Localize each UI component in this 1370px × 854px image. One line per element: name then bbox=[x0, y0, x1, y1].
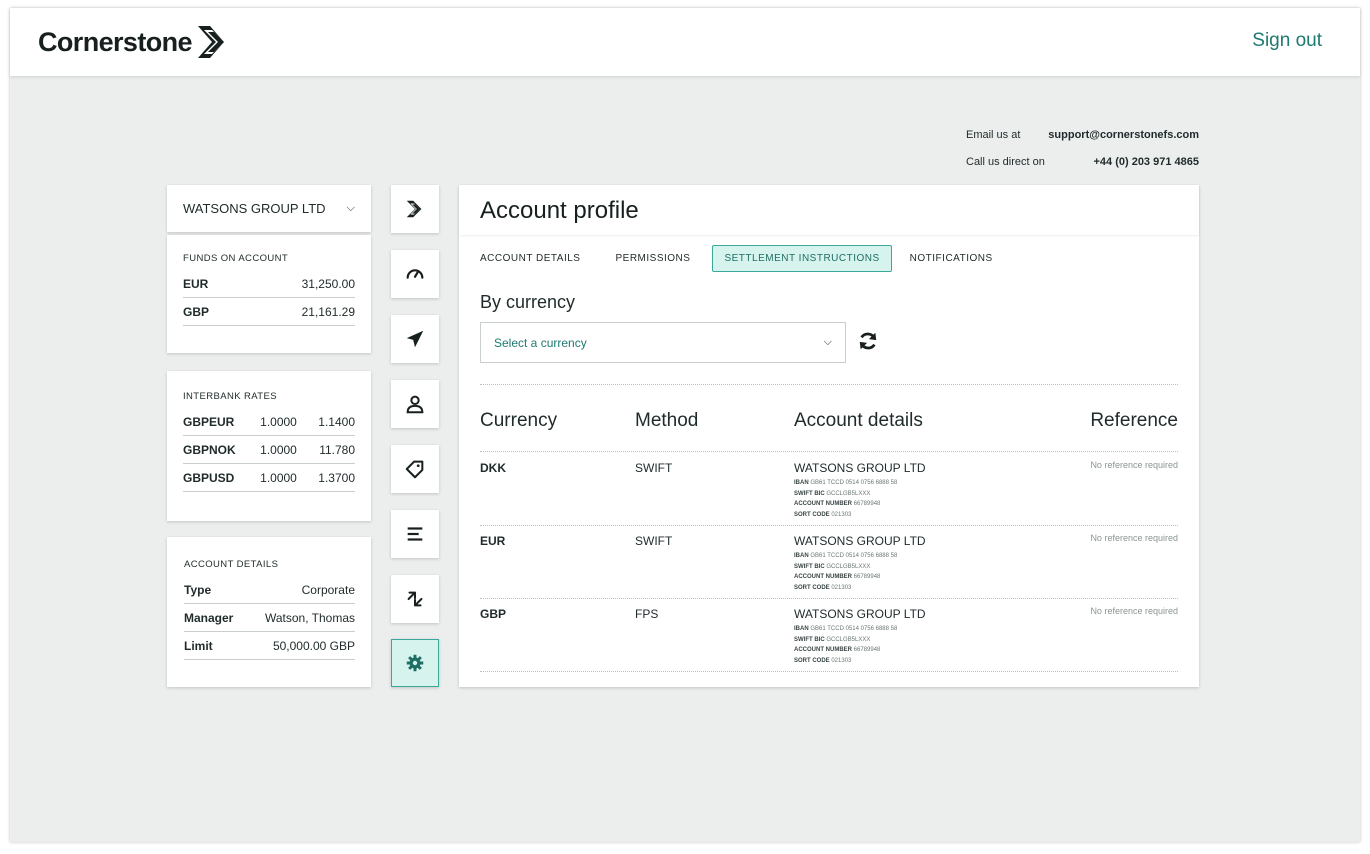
interbank-rates-panel: INTERBANK RATES GBPEUR 1.0000 1.1400 GBP… bbox=[167, 371, 371, 521]
brand-logo[interactable]: Cornerstone bbox=[38, 20, 232, 64]
nav-pricing-button[interactable] bbox=[391, 445, 439, 493]
support-phone-link[interactable]: +44 (0) 203 971 4865 bbox=[1093, 156, 1199, 168]
header-account-details: Account details bbox=[794, 410, 923, 431]
company-name: WATSONS GROUP LTD bbox=[183, 201, 326, 216]
table-row: EUR SWIFT WATSONS GROUP LTD IBAN GB61 TC… bbox=[480, 526, 1178, 599]
company-selector[interactable]: WATSONS GROUP LTD ⌵ bbox=[167, 185, 371, 232]
phone-label: Call us direct on bbox=[966, 155, 1045, 168]
exchange-icon bbox=[407, 591, 423, 607]
account-details-title: ACCOUNT DETAILS bbox=[184, 559, 279, 570]
table-row: GBP FPS WATSONS GROUP LTD IBAN GB61 TCCD… bbox=[480, 599, 1178, 672]
user-icon bbox=[406, 395, 424, 414]
menu-icon bbox=[407, 527, 423, 541]
page-title: Account profile bbox=[480, 197, 639, 224]
currency-select[interactable]: Select a currency ⌵ bbox=[480, 322, 846, 363]
nav-exchange-button[interactable] bbox=[391, 575, 439, 623]
nav-settings-button[interactable] bbox=[391, 639, 439, 687]
send-icon bbox=[406, 330, 424, 348]
chevron-down-icon: ⌵ bbox=[346, 202, 355, 214]
tab-permissions[interactable]: PERMISSIONS bbox=[615, 246, 690, 271]
sign-out-link[interactable]: Sign out bbox=[1252, 30, 1322, 52]
account-details-panel: ACCOUNT DETAILS Type Corporate Manager W… bbox=[167, 537, 371, 687]
funds-title: FUNDS ON ACCOUNT bbox=[183, 253, 289, 264]
app-frame: Cornerstone Sign out Email us at support… bbox=[10, 8, 1360, 842]
header-currency: Currency bbox=[480, 410, 558, 431]
header-reference: Reference bbox=[1090, 410, 1178, 431]
refresh-icon[interactable] bbox=[857, 330, 879, 352]
rates-title: INTERBANK RATES bbox=[183, 391, 277, 402]
contact-info: Email us at support@cornerstonefs.com Ca… bbox=[966, 121, 1199, 175]
nav-send-button[interactable] bbox=[391, 315, 439, 363]
tab-settlement-instructions[interactable]: SETTLEMENT INSTRUCTIONS bbox=[712, 245, 892, 272]
nav-statements-button[interactable] bbox=[391, 510, 439, 558]
funds-panel: FUNDS ON ACCOUNT EUR 31,250.00 GBP 21,16… bbox=[167, 235, 371, 353]
chevron-logo-icon bbox=[197, 26, 224, 58]
header-method: Method bbox=[635, 410, 699, 431]
settings-icon bbox=[406, 654, 424, 672]
profile-tabs: ACCOUNT DETAILS PERMISSIONS SETTLEMENT I… bbox=[480, 245, 1028, 272]
rate-row: GBPEUR 1.0000 1.1400 bbox=[183, 408, 355, 436]
currency-select-placeholder: Select a currency bbox=[494, 335, 587, 350]
tab-notifications[interactable]: NOTIFICATIONS bbox=[910, 246, 993, 271]
tag-icon bbox=[405, 460, 424, 479]
section-title: By currency bbox=[480, 292, 576, 312]
logo-icon bbox=[406, 200, 422, 218]
tab-account-details[interactable]: ACCOUNT DETAILS bbox=[480, 246, 580, 271]
panel-header: Account profile bbox=[459, 185, 1199, 235]
brand-name: Cornerstone bbox=[38, 26, 193, 57]
account-details-cell: WATSONS GROUP LTD IBAN GB61 TCCD 0514 07… bbox=[794, 534, 926, 591]
nav-dashboard-button[interactable] bbox=[391, 250, 439, 298]
nav-profile-button[interactable] bbox=[391, 380, 439, 428]
account-profile-panel: Account profile ACCOUNT DETAILS PERMISSI… bbox=[459, 185, 1199, 687]
chevron-down-icon: ⌵ bbox=[823, 336, 832, 348]
table-row: DKK SWIFT WATSONS GROUP LTD IBAN GB61 TC… bbox=[480, 453, 1178, 526]
top-bar: Cornerstone Sign out bbox=[10, 8, 1360, 76]
nav-home-button[interactable] bbox=[391, 185, 439, 233]
account-detail-row: Limit 50,000.00 GBP bbox=[184, 632, 355, 660]
divider bbox=[480, 384, 1178, 385]
dashboard-icon bbox=[406, 269, 424, 279]
account-detail-row: Manager Watson, Thomas bbox=[184, 604, 355, 632]
funds-row: GBP 21,161.29 bbox=[183, 298, 355, 326]
funds-row: EUR 31,250.00 bbox=[183, 270, 355, 298]
account-details-cell: WATSONS GROUP LTD IBAN GB61 TCCD 0514 07… bbox=[794, 461, 926, 518]
email-label: Email us at bbox=[966, 128, 1021, 141]
support-email-link[interactable]: support@cornerstonefs.com bbox=[1048, 129, 1199, 141]
account-detail-row: Type Corporate bbox=[184, 576, 355, 604]
table-header: Currency Method Account details Referenc… bbox=[480, 410, 1178, 452]
rate-row: GBPUSD 1.0000 1.3700 bbox=[183, 464, 355, 492]
account-details-cell: WATSONS GROUP LTD IBAN GB61 TCCD 0514 07… bbox=[794, 607, 926, 664]
rate-row: GBPNOK 1.0000 11.780 bbox=[183, 436, 355, 464]
